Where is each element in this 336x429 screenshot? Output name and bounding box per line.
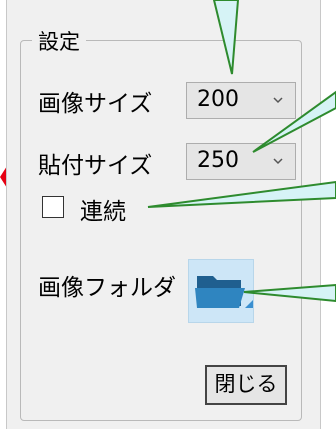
folder-open-icon: [195, 276, 253, 308]
image-size-value: 200: [197, 87, 239, 112]
chevron-down-icon: [273, 158, 283, 165]
paste-size-dropdown[interactable]: 250: [186, 143, 296, 180]
paste-size-value: 250: [197, 148, 239, 173]
close-button[interactable]: 閉じる: [205, 365, 287, 405]
chevron-down-icon: [273, 97, 283, 104]
image-folder-button[interactable]: [188, 259, 254, 323]
image-size-label: 画像サイズ: [38, 91, 153, 117]
continuous-label: 連続: [80, 199, 126, 225]
image-size-dropdown[interactable]: 200: [186, 82, 296, 119]
group-title: 設定: [32, 26, 86, 56]
continuous-checkbox[interactable]: [42, 196, 64, 218]
paste-size-label: 貼付サイズ: [38, 153, 153, 179]
image-folder-label: 画像フォルダ: [38, 275, 176, 301]
